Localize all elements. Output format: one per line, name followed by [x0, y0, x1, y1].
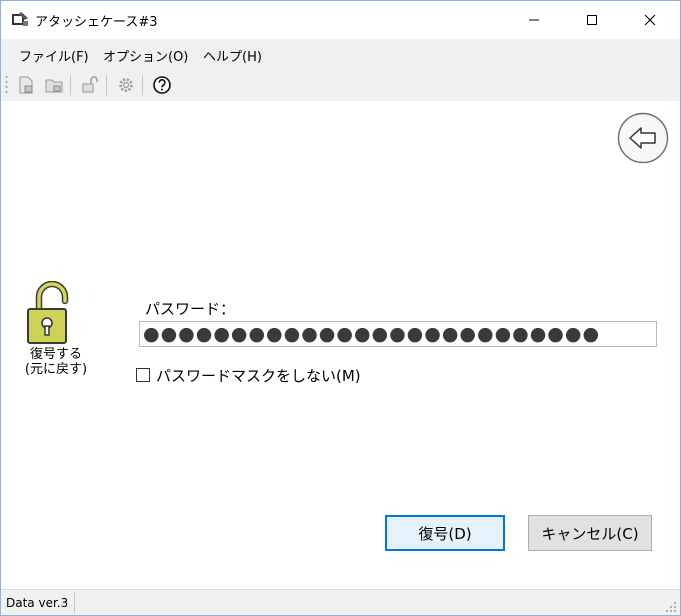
- lock-caption: 復号する (元に戻す): [15, 347, 97, 377]
- mask-option[interactable]: パスワードマスクをしない(M): [136, 365, 361, 385]
- status-text: Data ver.3: [6, 596, 69, 610]
- open-folder-button[interactable]: [79, 74, 101, 96]
- toolbar: [1, 69, 680, 101]
- app-icon: [12, 12, 28, 26]
- lock-caption-line2: (元に戻す): [24, 362, 88, 377]
- mask-checkbox[interactable]: [136, 368, 150, 382]
- decrypt-file-button[interactable]: [43, 74, 65, 96]
- menu-help[interactable]: ヘルプ(H): [203, 46, 262, 65]
- close-icon: [644, 14, 656, 26]
- minimize-icon: [529, 19, 539, 21]
- decrypt-button[interactable]: 復号(D): [385, 515, 505, 551]
- menu-file[interactable]: ファイル(F): [19, 46, 89, 65]
- settings-button[interactable]: [115, 74, 137, 96]
- help-button[interactable]: [151, 74, 173, 96]
- encrypt-file-icon: [19, 76, 33, 94]
- toolbar-separator: [70, 75, 71, 95]
- maximize-icon: [587, 15, 597, 25]
- toolbar-grip[interactable]: [5, 74, 8, 96]
- maximize-button[interactable]: [563, 1, 621, 39]
- title-bar[interactable]: アタッシェケース#3: [1, 1, 680, 39]
- status-divider: [74, 593, 75, 613]
- back-button[interactable]: [617, 112, 669, 164]
- toolbar-separator: [142, 75, 143, 95]
- mask-checkbox-label[interactable]: パスワードマスクをしない(M): [156, 365, 361, 386]
- app-window: アタッシェケース#3 ファイル(F) オプション(O) ヘルプ(H) 復号する …: [0, 0, 681, 616]
- encrypt-file-button[interactable]: [15, 74, 37, 96]
- minimize-button[interactable]: [505, 1, 563, 39]
- password-label: パスワード：: [145, 300, 236, 318]
- cancel-button[interactable]: キャンセル(C): [528, 515, 652, 551]
- open-folder-icon: [82, 76, 98, 93]
- close-button[interactable]: [621, 1, 679, 39]
- status-bar: Data ver.3: [1, 589, 680, 615]
- settings-icon: [119, 78, 133, 92]
- window-title: アタッシェケース#3: [35, 15, 158, 30]
- menu-options[interactable]: オプション(O): [103, 46, 188, 65]
- lock-caption-line1: 復号する: [29, 347, 82, 362]
- decrypt-file-icon: [45, 79, 63, 93]
- menu-bar: ファイル(F) オプション(O) ヘルプ(H): [1, 39, 680, 69]
- resize-grip-icon[interactable]: [665, 601, 677, 613]
- password-input[interactable]: ●●●●●●●●●●●●●●●●●●●●●●●●●●: [139, 321, 657, 347]
- password-mask-dots: ●●●●●●●●●●●●●●●●●●●●●●●●●●: [143, 323, 601, 345]
- toolbar-separator: [106, 75, 107, 95]
- help-icon: [153, 76, 171, 94]
- unlocked-padlock-icon: [27, 281, 69, 344]
